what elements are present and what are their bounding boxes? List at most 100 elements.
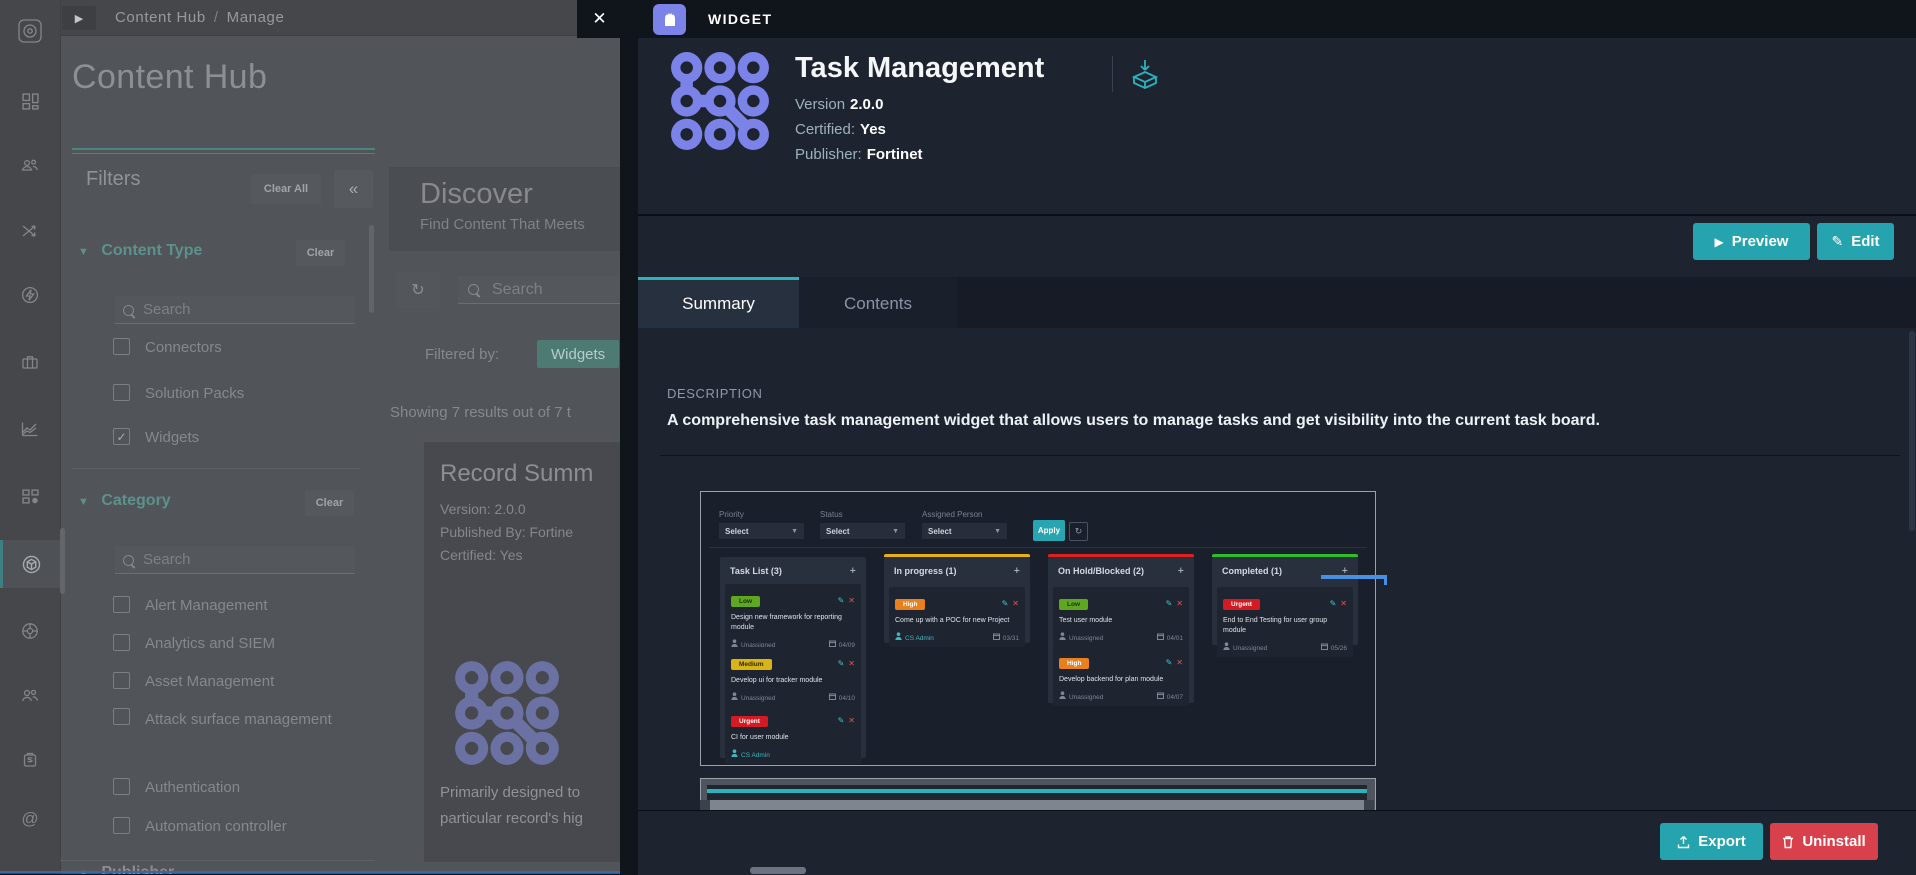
discover-subtitle: Find Content That Meets [420, 216, 585, 233]
priority-badge: Low [1059, 599, 1088, 610]
export-icon [1677, 835, 1690, 849]
widget-rings-icon [667, 51, 773, 151]
board-filter-label: Assigned Person [922, 510, 982, 519]
content-type-search[interactable] [115, 296, 355, 324]
title-underline [72, 148, 375, 154]
task-card: Medium ✎✕ Develop ui for tracker module … [725, 647, 861, 707]
divider [60, 860, 375, 861]
content-type-clear-button[interactable]: Clear [296, 240, 345, 266]
edit-task-icon: ✎ [1002, 599, 1009, 608]
person-icon [731, 749, 738, 757]
checkbox[interactable] [113, 596, 130, 613]
calendar-icon [829, 640, 836, 647]
task-card: High ✎✕ Develop backend for plan module … [1053, 646, 1189, 706]
refresh-button[interactable]: ↻ [396, 272, 440, 308]
filter-option-widgets[interactable]: ✓ Widgets [113, 428, 199, 447]
checkbox[interactable] [113, 384, 130, 401]
summary-tab-content: DESCRIPTION A comprehensive task managem… [638, 328, 1916, 810]
divider [72, 468, 360, 469]
checkbox-checked[interactable]: ✓ [113, 428, 130, 445]
person-icon [1223, 642, 1230, 650]
install-package-icon[interactable] [1126, 55, 1164, 93]
calendar-icon [1321, 643, 1328, 650]
playbooks-icon[interactable] [0, 272, 60, 318]
delete-task-icon: ✕ [1176, 658, 1183, 667]
category-scrollbar[interactable] [60, 528, 65, 594]
assets-icon[interactable] [0, 736, 60, 782]
dashboard-icon[interactable] [0, 78, 60, 124]
results-count: Showing 7 results out of 7 t [390, 404, 571, 421]
cases-icon[interactable] [0, 339, 60, 385]
category-clear-button[interactable]: Clear [305, 490, 354, 516]
board-refresh-button: ↻ [1069, 522, 1088, 541]
person-icon [731, 692, 738, 700]
reports-icon[interactable] [0, 406, 60, 452]
person-icon [731, 639, 738, 647]
close-modal-button[interactable]: ✕ [577, 0, 622, 38]
filter-option-solution-packs[interactable]: Solution Packs [113, 384, 244, 403]
settings-icon[interactable] [0, 608, 60, 654]
edit-task-icon: ✎ [838, 659, 845, 668]
filter-option-authentication[interactable]: Authentication [113, 778, 240, 797]
content-type-section-header[interactable]: ▼ Content Type [78, 242, 202, 260]
uninstall-button[interactable]: Uninstall [1770, 823, 1878, 860]
content-scrollbar[interactable] [1909, 331, 1915, 531]
filter-option-attack-surface[interactable]: Attack surface management [113, 708, 350, 732]
category-search-input[interactable] [115, 546, 355, 574]
content-hub-icon[interactable] [0, 540, 60, 588]
collapse-filters-button[interactable]: « [334, 170, 373, 208]
widgets-icon[interactable] [0, 473, 60, 519]
board-filter-label: Priority [719, 510, 744, 519]
category-section-header[interactable]: ▼ Category [78, 492, 171, 510]
edit-task-icon: ✎ [838, 716, 845, 725]
checkbox[interactable] [113, 778, 130, 795]
calendar-icon [829, 693, 836, 700]
filter-option-automation-controller[interactable]: Automation controller [113, 817, 287, 836]
filter-chip-widgets[interactable]: Widgets [537, 340, 619, 368]
category-search[interactable] [115, 546, 355, 574]
kanban-column-in-progress: In progress (1)+ High ✎✕ Come up with a … [884, 554, 1030, 643]
divider [660, 455, 1900, 456]
task-card: Urgent ✎✕ CI for user module CS Admin [725, 704, 861, 764]
modal-horizontal-scrollbar[interactable] [750, 867, 806, 874]
checkbox[interactable] [113, 338, 130, 355]
export-button[interactable]: Export [1660, 823, 1763, 860]
content-type-search-input[interactable] [115, 296, 355, 324]
widget-type-bar: WIDGET [638, 0, 1916, 38]
filter-option-alert-management[interactable]: Alert Management [113, 596, 268, 615]
users-icon[interactable] [0, 672, 60, 718]
nav-expand-button[interactable]: ▶ [62, 6, 96, 30]
app-logo-icon[interactable] [0, 8, 60, 54]
modal-toolbar: ▶ Preview ✎ Edit [638, 214, 1916, 280]
description-text: A comprehensive task management widget t… [667, 412, 1600, 430]
divider [1112, 56, 1113, 92]
checkbox[interactable] [113, 634, 130, 651]
checkbox[interactable] [113, 672, 130, 689]
preview-button[interactable]: ▶ Preview [1693, 223, 1810, 260]
edit-button[interactable]: ✎ Edit [1817, 223, 1894, 260]
search-icon [123, 555, 134, 566]
priority-badge: High [1059, 658, 1089, 669]
kanban-column-on-hold: On Hold/Blocked (2)+ Low ✎✕ Test user mo… [1048, 554, 1194, 703]
teal-bar [707, 789, 1367, 793]
calendar-icon [1157, 692, 1164, 699]
horizontal-scrollbar[interactable] [700, 800, 1374, 810]
clear-all-button[interactable]: Clear All [251, 174, 321, 204]
board-status-select: Select▼ [820, 523, 905, 539]
breadcrumb-content-hub[interactable]: Content Hub [115, 9, 206, 26]
widget-version: Version2.0.0 [795, 96, 883, 113]
checkbox[interactable] [113, 708, 130, 725]
filter-option-connectors[interactable]: Connectors [113, 338, 222, 357]
caret-down-icon: ▼ [892, 528, 899, 535]
filter-option-analytics-siem[interactable]: Analytics and SIEM [113, 634, 275, 653]
filter-option-asset-management[interactable]: Asset Management [113, 672, 274, 691]
tab-contents[interactable]: Contents [799, 277, 957, 328]
checkbox[interactable] [113, 817, 130, 834]
flows-icon[interactable] [0, 208, 60, 254]
help-icon[interactable]: @ [0, 796, 60, 842]
filters-scrollbar[interactable] [369, 225, 374, 313]
breadcrumb-separator: / [206, 9, 227, 26]
tab-summary[interactable]: Summary [638, 277, 799, 328]
queues-icon[interactable] [0, 142, 60, 188]
search-icon [123, 305, 134, 316]
